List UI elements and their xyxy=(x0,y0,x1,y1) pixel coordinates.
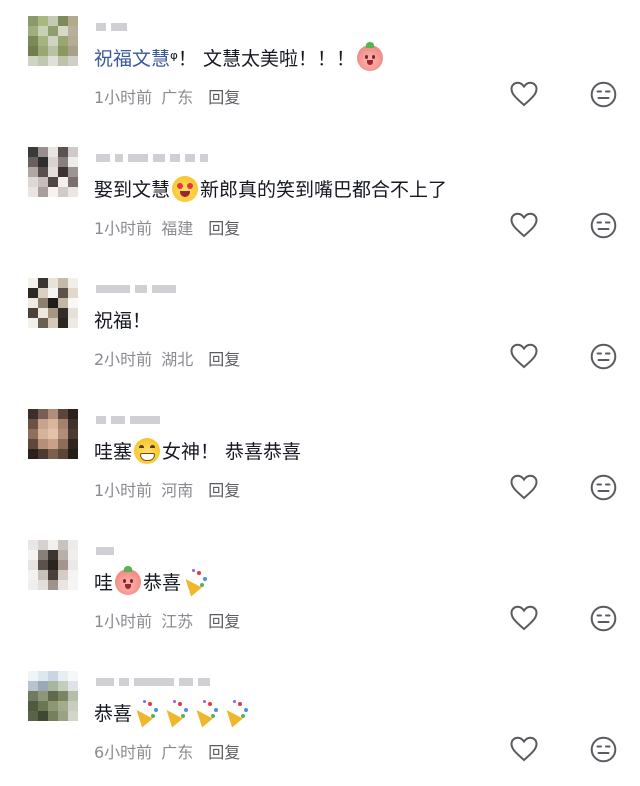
comment-text: 哇 恭喜 xyxy=(94,565,211,597)
comment-text: 祝福文慧 ᵠ！ 文慧太美啦！！！ xyxy=(94,41,385,71)
username-blurred[interactable] xyxy=(96,415,160,425)
username-blurred[interactable] xyxy=(96,284,176,294)
comment-meta: 2小时前 湖北 回复 xyxy=(94,346,249,370)
comment-time: 6小时前 xyxy=(94,743,153,762)
comment-text: 祝福！ xyxy=(94,306,151,333)
avatar[interactable] xyxy=(28,671,78,721)
comment-item: 祝福文慧 ᵠ！ 文慧太美啦！！！ 1小时前 广东 回复 xyxy=(0,0,640,131)
heart-outline-icon[interactable] xyxy=(510,212,538,238)
heart-outline-icon[interactable] xyxy=(510,474,538,500)
comment-meta: 6小时前 广东 回复 xyxy=(94,739,249,763)
comment-meta: 1小时前 江苏 回复 xyxy=(94,608,249,632)
comment-text-segment: ᵠ！ 文慧太美啦！！！ xyxy=(170,48,355,70)
avatar[interactable] xyxy=(28,409,78,459)
reply-button[interactable]: 回复 xyxy=(208,219,240,238)
avatar[interactable] xyxy=(28,147,78,197)
comment-text-segment: 恭喜 xyxy=(94,703,133,725)
comment-item: 恭喜 6小时前 广东 回复 xyxy=(0,655,640,786)
comment-text-segment: 恭喜 xyxy=(143,572,182,594)
reply-button[interactable]: 回复 xyxy=(208,612,240,631)
avatar[interactable] xyxy=(28,16,78,66)
comment-location: 广东 xyxy=(161,88,194,107)
reply-button[interactable]: 回复 xyxy=(208,743,240,762)
heart-outline-icon[interactable] xyxy=(510,343,538,369)
party-popper-icon xyxy=(131,699,161,728)
reply-button[interactable]: 回复 xyxy=(208,481,240,500)
comment-item: 娶到文慧 新郎真的笑到嘴巴都合不上了 1小时前 福建 回复 xyxy=(0,131,640,262)
comment-location: 广东 xyxy=(161,743,194,762)
comment-text-segment: 新郎真的笑到嘴巴都合不上了 xyxy=(200,179,448,201)
comment-meta: 1小时前 河南 回复 xyxy=(94,477,249,501)
neutral-face-icon[interactable] xyxy=(590,212,617,239)
heart-outline-icon[interactable] xyxy=(510,736,538,762)
party-popper-icon xyxy=(161,699,191,728)
neutral-face-icon[interactable] xyxy=(590,736,617,763)
reply-button[interactable]: 回复 xyxy=(208,88,240,107)
heart-outline-icon[interactable] xyxy=(510,605,538,631)
comment-location: 河南 xyxy=(161,481,194,500)
comment-text-segment: 女神！ 恭喜恭喜 xyxy=(162,441,302,463)
comment-time: 1小时前 xyxy=(94,88,153,107)
party-popper-icon xyxy=(180,568,210,597)
comment-location: 湖北 xyxy=(161,350,194,369)
username-blurred[interactable] xyxy=(96,153,208,163)
comment-item: 哇塞 女神！ 恭喜恭喜 1小时前 河南 回复 xyxy=(0,393,640,524)
username-blurred[interactable] xyxy=(96,677,210,687)
comment-item: 哇 恭喜 1小时前 江苏 回复 xyxy=(0,524,640,655)
comment-time: 1小时前 xyxy=(94,612,153,631)
comment-meta: 1小时前 广东 回复 xyxy=(94,84,249,108)
neutral-face-icon[interactable] xyxy=(590,81,617,108)
comment-time: 2小时前 xyxy=(94,350,153,369)
neutral-face-icon[interactable] xyxy=(590,474,617,501)
comment-text: 哇塞 女神！ 恭喜恭喜 xyxy=(94,437,301,464)
comment-text-segment: 哇 xyxy=(94,572,114,594)
comment-text-segment: 娶到文慧 xyxy=(94,179,171,201)
comment-text-segment: 哇塞 xyxy=(94,441,133,463)
comment-text: 娶到文慧 新郎真的笑到嘴巴都合不上了 xyxy=(94,175,447,202)
comment-text-segment: 祝福！ xyxy=(94,310,152,332)
comment-meta: 1小时前 福建 回复 xyxy=(94,215,249,239)
comment-time: 1小时前 xyxy=(94,219,153,238)
heart-eyes-emoji-icon xyxy=(172,175,199,202)
comment-item: 祝福！ 2小时前 湖北 回复 xyxy=(0,262,640,393)
comment-time: 1小时前 xyxy=(94,481,153,500)
peach-emoji-icon xyxy=(115,565,142,595)
comment-text: 恭喜 xyxy=(94,699,252,728)
party-popper-icon xyxy=(191,699,221,728)
grinning-emoji-icon xyxy=(134,437,161,464)
mention-link[interactable]: 祝福文慧 xyxy=(94,44,170,71)
comment-location: 福建 xyxy=(161,219,194,238)
neutral-face-icon[interactable] xyxy=(590,343,617,370)
comment-location: 江苏 xyxy=(161,612,194,631)
username-blurred[interactable] xyxy=(96,546,114,556)
avatar[interactable] xyxy=(28,278,78,328)
username-blurred[interactable] xyxy=(96,22,127,32)
heart-outline-icon[interactable] xyxy=(510,81,538,107)
neutral-face-icon[interactable] xyxy=(590,605,617,632)
party-popper-icon xyxy=(221,699,251,728)
reply-button[interactable]: 回复 xyxy=(208,350,240,369)
avatar[interactable] xyxy=(28,540,78,590)
peach-emoji-icon xyxy=(356,41,383,71)
